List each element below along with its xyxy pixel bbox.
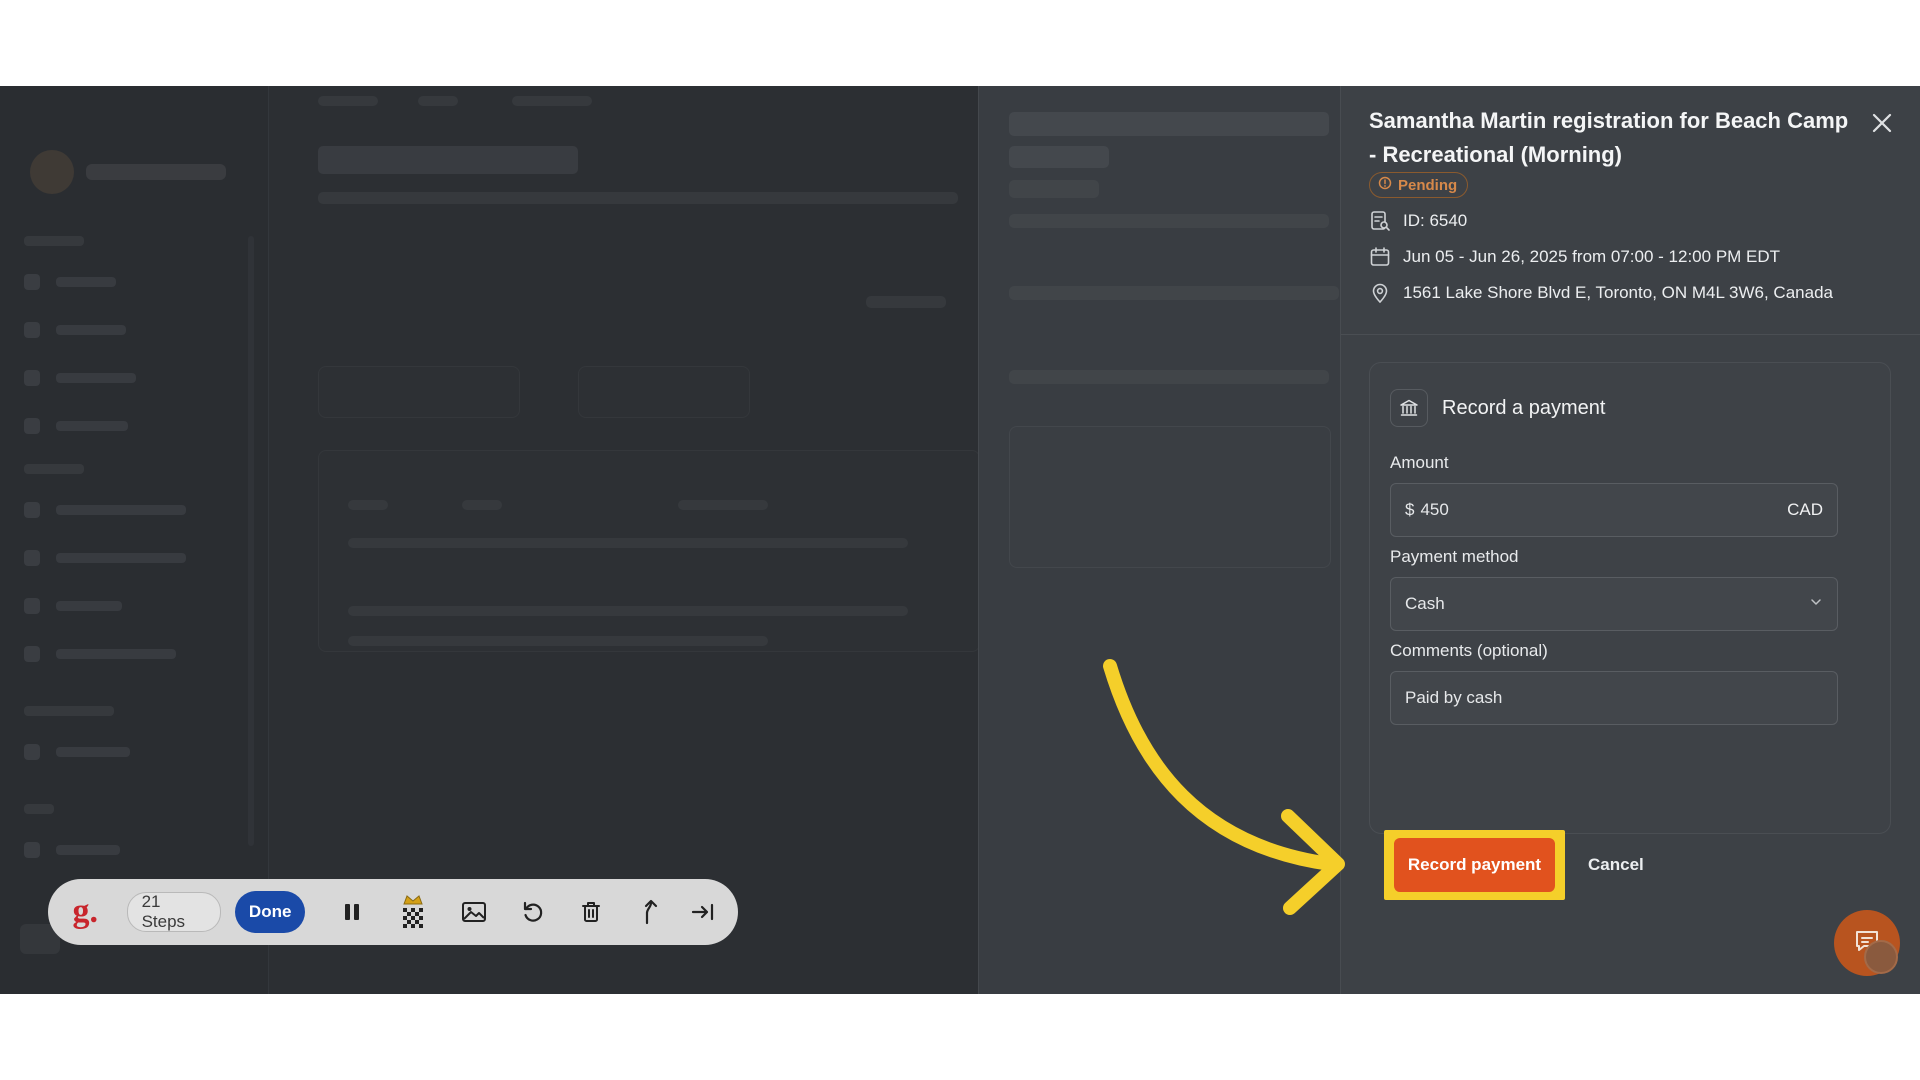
document-search-icon — [1369, 210, 1391, 232]
amount-label: Amount — [1390, 453, 1449, 472]
pause-icon[interactable] — [335, 892, 370, 932]
steps-counter[interactable]: 21 Steps — [126, 892, 222, 932]
sidebar-item[interactable] — [24, 500, 224, 520]
screenshot-frame: Samantha Martin registration for Beach C… — [0, 86, 1920, 994]
undo-icon[interactable] — [515, 892, 550, 932]
status-text: Pending — [1398, 176, 1458, 194]
chat-status-dot — [1864, 940, 1898, 974]
drawer-title: Samantha Martin registration for Beach C… — [1369, 108, 1849, 167]
currency-symbol: $ — [1405, 500, 1415, 519]
clock-icon — [1378, 176, 1392, 195]
sidebar-item[interactable] — [24, 416, 224, 436]
location-pin-icon — [1369, 282, 1391, 304]
main-content — [268, 86, 980, 994]
chevron-down-icon — [1809, 594, 1823, 614]
sidebar-section — [24, 464, 84, 474]
address-text: 1561 Lake Shore Blvd E, Toronto, ON M4L … — [1403, 283, 1833, 302]
cancel-button[interactable]: Cancel — [1576, 838, 1656, 892]
payment-method-label: Payment method — [1390, 547, 1519, 566]
id-text: ID: 6540 — [1403, 211, 1468, 230]
recorder-logo[interactable]: g. — [66, 892, 105, 932]
annotation-arrow-icon — [1103, 659, 1345, 915]
record-payment-form: Record a payment Amount $ 450 CAD Paymen… — [1369, 362, 1891, 834]
form-header: Record a payment — [1390, 389, 1605, 427]
sidebar-item[interactable] — [24, 644, 224, 664]
sidebar-item[interactable] — [24, 320, 224, 340]
sidebar-item[interactable] — [24, 368, 224, 388]
schedule-text: Jun 05 - Jun 26, 2025 from 07:00 - 12:00… — [1403, 247, 1781, 266]
recorder-toolbar: g. 21 Steps Done — [48, 879, 738, 945]
schedule: Jun 05 - Jun 26, 2025 from 07:00 - 12:00… — [1369, 246, 1780, 268]
sidebar-section — [24, 804, 54, 814]
close-icon[interactable] — [1865, 106, 1899, 140]
amount-input[interactable]: $ 450 CAD — [1390, 483, 1838, 537]
background-app — [0, 86, 980, 994]
branch-icon[interactable] — [633, 892, 668, 932]
divider — [1341, 334, 1920, 335]
sidebar-item[interactable] — [24, 272, 224, 292]
amount-value: 450 — [1420, 500, 1449, 519]
currency-code: CAD — [1787, 500, 1823, 519]
sidebar-section — [24, 236, 84, 246]
comments-value: Paid by cash — [1405, 688, 1503, 707]
address: 1561 Lake Shore Blvd E, Toronto, ON M4L … — [1369, 282, 1833, 304]
image-icon[interactable] — [457, 892, 492, 932]
sidebar-item[interactable] — [24, 742, 224, 762]
done-button[interactable]: Done — [235, 891, 306, 933]
registration-id: ID: 6540 — [1369, 210, 1467, 232]
skip-to-end-icon[interactable] — [685, 892, 720, 932]
sidebar — [0, 86, 269, 994]
blur-crown-icon[interactable] — [396, 892, 431, 932]
app-logo — [30, 150, 230, 194]
comments-input[interactable]: Paid by cash — [1390, 671, 1838, 725]
sidebar-item[interactable] — [24, 840, 224, 860]
bank-icon — [1390, 389, 1428, 427]
sidebar-section — [24, 706, 114, 716]
payment-method-value: Cash — [1405, 594, 1445, 613]
trash-icon[interactable] — [574, 892, 609, 932]
calendar-icon — [1369, 246, 1391, 268]
record-payment-button[interactable]: Record payment — [1394, 838, 1555, 892]
sidebar-scrollbar[interactable] — [248, 236, 254, 846]
comments-label: Comments (optional) — [1390, 641, 1548, 660]
form-heading: Record a payment — [1442, 396, 1606, 419]
status-badge: Pending — [1369, 172, 1469, 198]
payment-method-select[interactable]: Cash — [1390, 577, 1838, 631]
sidebar-item[interactable] — [24, 548, 224, 568]
sidebar-item[interactable] — [24, 596, 224, 616]
